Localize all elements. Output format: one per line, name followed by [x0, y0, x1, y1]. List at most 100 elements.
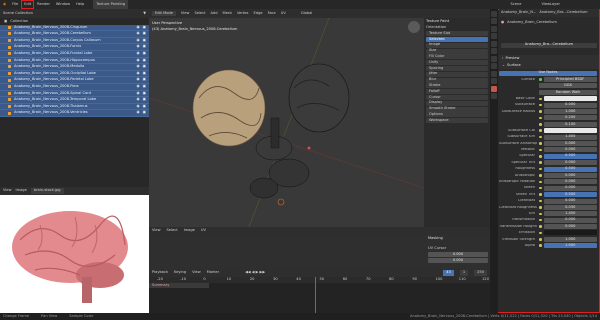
shader-input-value[interactable]: 0.000	[543, 198, 597, 204]
image-editor-view-menu[interactable]: View	[3, 189, 12, 193]
frame-end-field[interactable]: 250	[474, 270, 487, 276]
menu-window[interactable]: Window	[53, 0, 73, 9]
camera-icon[interactable]: ▣	[143, 65, 146, 69]
n-panel-button[interactable]: Texture Slot	[426, 31, 488, 37]
menu-render[interactable]: Render	[34, 0, 53, 9]
eye-icon[interactable]: ◉	[136, 71, 139, 76]
uv-menu-select[interactable]: Select	[167, 229, 178, 233]
material-datablock-field[interactable]: Anatomy_Bra...Cerebellum	[501, 42, 597, 48]
scene-tab-icon[interactable]	[491, 33, 497, 39]
n-panel-button[interactable]: Unify	[426, 60, 488, 66]
shader-input-value[interactable]: 0.000	[543, 179, 597, 185]
3d-viewport[interactable]: Edit Mode View Select Add Mesh Vertex Ed…	[149, 9, 490, 227]
n-panel-button[interactable]: Blur	[426, 77, 488, 83]
eye-icon[interactable]: ◉	[136, 65, 139, 69]
camera-icon[interactable]: ▣	[143, 71, 146, 76]
socket-icon[interactable]	[539, 193, 542, 196]
outliner-row[interactable]: Anatomy_Brain_Nervous_2008-Cingulum ◉ ▣	[0, 24, 149, 32]
socket-icon[interactable]	[539, 238, 542, 241]
n-panel-button[interactable]: Falloff	[426, 89, 488, 95]
render-tab-icon[interactable]	[491, 18, 497, 24]
texture-tab-icon[interactable]	[491, 93, 497, 99]
camera-icon[interactable]: ▣	[143, 45, 146, 49]
viewport-menu-select[interactable]: Select	[194, 11, 205, 16]
uv-menu-uv[interactable]: UV	[201, 229, 206, 233]
socket-icon[interactable]	[539, 161, 542, 164]
shader-input-value[interactable]: 0.500	[543, 154, 597, 159]
shader-input-value[interactable]	[543, 230, 597, 236]
image-filename[interactable]: brain-stock.jpg	[30, 188, 64, 194]
surface-section[interactable]: ⌄ Surface	[499, 62, 599, 69]
eye-icon[interactable]: ◉	[136, 91, 139, 96]
menu-edit[interactable]: Edit	[21, 0, 35, 9]
n-panel-button[interactable]: Size	[426, 48, 488, 54]
shader-input-value[interactable]: 1.450	[543, 211, 597, 217]
eye-icon[interactable]: ◉	[136, 58, 139, 63]
timeline-menu-view[interactable]: View	[192, 271, 201, 275]
shader-input-value[interactable]: 0.000	[543, 218, 597, 223]
shader-input-value[interactable]: 0.000	[543, 103, 597, 108]
subsurface-method-field[interactable]: Random Walk	[539, 90, 597, 95]
eye-icon[interactable]: ◉	[136, 104, 139, 109]
frame-start-field[interactable]: 1	[459, 270, 469, 276]
summary-track[interactable]: Summary	[149, 283, 209, 288]
mode-selector[interactable]: Edit Mode	[152, 10, 176, 17]
distribution-field[interactable]: GGX	[539, 83, 597, 89]
filter-icon[interactable]: ▼	[143, 11, 146, 16]
socket-icon[interactable]	[539, 103, 542, 107]
socket-icon[interactable]	[539, 180, 542, 184]
shader-input-value[interactable]: 0.000	[543, 160, 597, 166]
n-panel-button[interactable]: Workspace	[426, 118, 488, 124]
camera-icon[interactable]: ▣	[143, 78, 146, 82]
camera-icon[interactable]: ▣	[143, 104, 146, 109]
outliner-row[interactable]: Anatomy_Brain_Nervous_2008-Temporal Lobe…	[0, 97, 149, 104]
camera-icon[interactable]: ▣	[143, 58, 146, 63]
menu-help[interactable]: Help	[73, 0, 87, 9]
n-panel-button[interactable]: Fill Color	[426, 54, 488, 60]
socket-icon[interactable]	[539, 199, 542, 203]
shader-input-value[interactable]	[543, 128, 597, 134]
socket-icon[interactable]	[539, 142, 542, 145]
n-panel-button[interactable]: Jitter	[426, 72, 488, 77]
material-slot-name[interactable]: Anatomy_Brain_Cerebellum	[507, 21, 557, 25]
viewport-menu-view[interactable]: View	[181, 11, 190, 16]
outliner-row[interactable]: Anatomy_Brain_Nervous_2008-Spinal Cord ◉ ▣	[0, 90, 149, 98]
socket-icon[interactable]	[539, 155, 542, 158]
socket-icon[interactable]	[539, 97, 542, 100]
socket-icon[interactable]	[539, 186, 542, 190]
timeline-menu-playback[interactable]: Playback	[152, 271, 168, 275]
shader-input-value[interactable]: 0.000	[543, 173, 597, 178]
uv-menu-image[interactable]: Image	[184, 229, 195, 233]
socket-icon[interactable]	[539, 116, 542, 120]
socket-icon[interactable]	[539, 174, 542, 177]
tool-tab-icon[interactable]	[491, 10, 497, 17]
eye-icon[interactable]: ◉	[136, 45, 139, 49]
shader-input-value[interactable]: 0.000	[543, 141, 597, 146]
socket-icon[interactable]	[539, 135, 542, 139]
socket-icon[interactable]	[539, 218, 542, 222]
orientation-gizmo-icon[interactable]	[408, 21, 420, 33]
timeline-menu-keying[interactable]: Keying	[174, 271, 186, 275]
socket-icon[interactable]	[539, 212, 542, 216]
shader-input-value[interactable]: 0.000	[543, 186, 597, 191]
blender-logo-icon[interactable]: ◉	[0, 0, 9, 9]
transform-orientation[interactable]: Global	[301, 11, 312, 16]
world-tab-icon[interactable]	[491, 40, 497, 47]
viewport-menu-add[interactable]: Add	[211, 11, 218, 16]
socket-icon[interactable]	[539, 231, 542, 235]
socket-icon[interactable]	[539, 148, 542, 152]
eye-icon[interactable]: ◉	[136, 111, 139, 115]
eye-icon[interactable]: ◉	[136, 25, 139, 30]
viewport-menu-vertex[interactable]: Vertex	[237, 11, 249, 16]
collection-row[interactable]: ▣ Collection	[0, 18, 149, 25]
object-name-chip[interactable]: Anatomy_Brain_N...	[501, 11, 536, 15]
n-panel-button[interactable]: Spacing	[426, 66, 488, 71]
outliner-row[interactable]: Anatomy_Brain_Nervous_2008-Corpus Callos…	[0, 37, 149, 45]
eye-icon[interactable]: ◉	[136, 32, 139, 36]
camera-icon[interactable]: ▣	[143, 51, 146, 56]
outliner-row[interactable]: Anatomy_Brain_Nervous_2008-Medulla ◉ ▣	[0, 64, 149, 71]
socket-icon[interactable]	[539, 167, 542, 171]
socket-icon[interactable]	[539, 244, 542, 247]
eye-icon[interactable]: ◉	[136, 38, 139, 43]
shader-input-value[interactable]: 0.500	[543, 166, 597, 172]
